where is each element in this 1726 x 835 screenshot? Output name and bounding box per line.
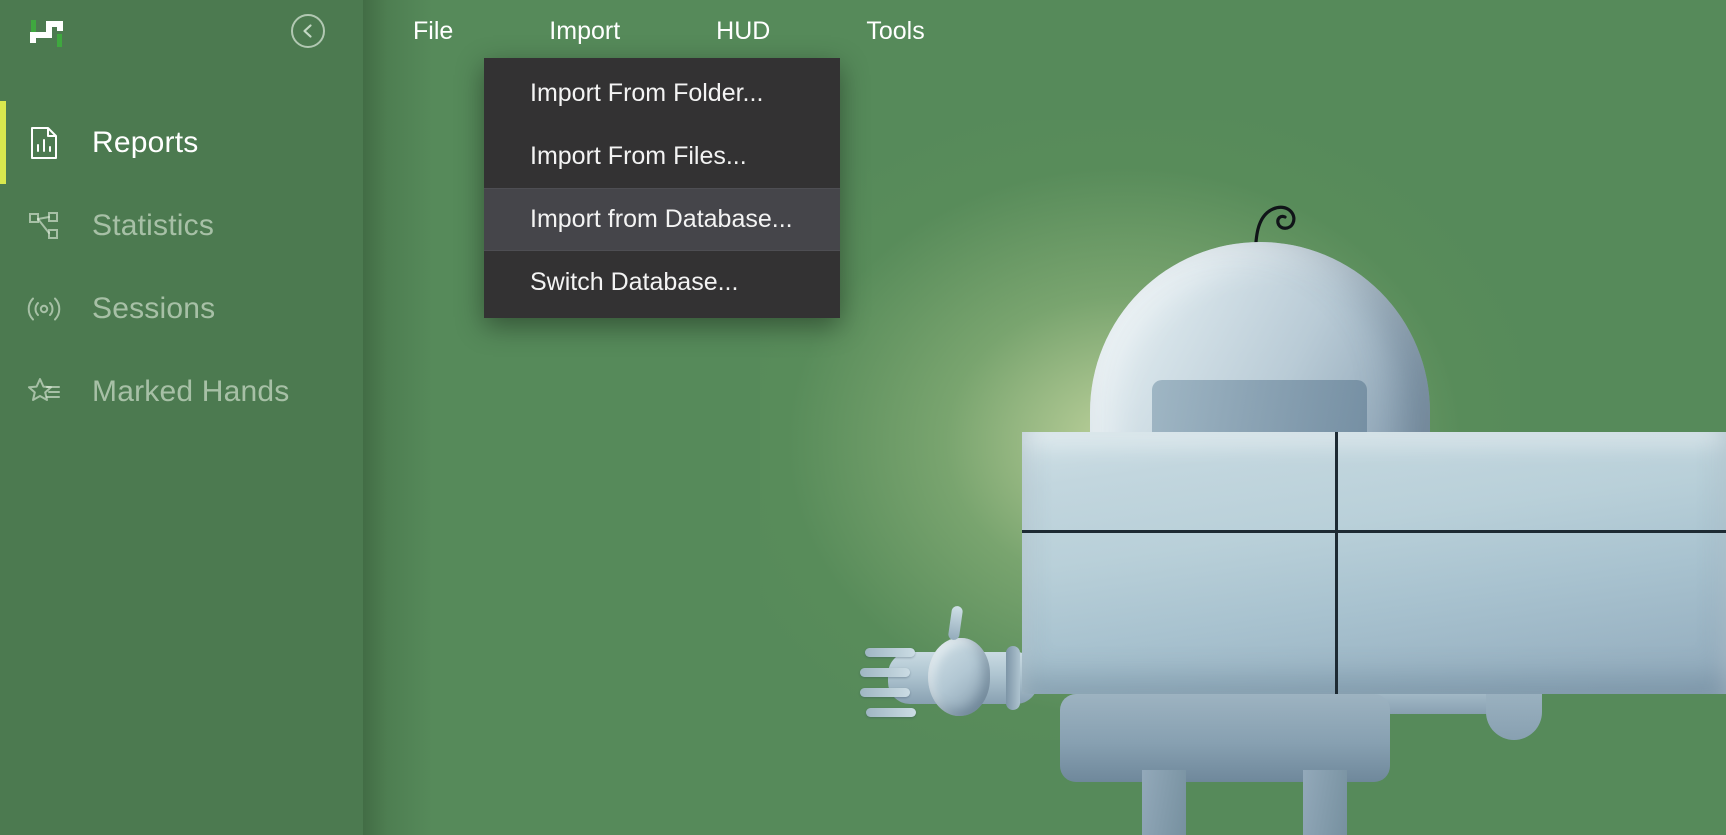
sidebar-shadow — [363, 0, 433, 835]
active-indicator-bar — [0, 101, 6, 184]
menubar-item-file[interactable]: File — [403, 11, 463, 52]
menu-item-import-from-database[interactable]: Import from Database... — [484, 188, 840, 251]
import-dropdown-menu: Import From Folder... Import From Files.… — [484, 58, 840, 318]
robot-torso-seam-vertical — [1335, 432, 1338, 694]
menubar-item-import[interactable]: Import — [539, 11, 630, 52]
robot-torso-seam-horizontal — [1022, 530, 1726, 533]
sidebar: Reports Statistics Sessions Marked Hands — [0, 0, 363, 835]
sidebar-item-reports[interactable]: Reports — [0, 101, 363, 184]
collapse-sidebar-button[interactable] — [291, 14, 325, 48]
sidebar-item-label: Reports — [92, 125, 199, 159]
app-logo-icon — [30, 20, 63, 47]
report-document-icon — [25, 124, 63, 162]
share-nodes-icon — [25, 207, 63, 245]
app-window: Reports Statistics Sessions Marked Hands… — [0, 0, 1726, 835]
robot-base — [1060, 694, 1390, 782]
menubar-item-hud[interactable]: HUD — [706, 11, 780, 52]
sidebar-item-label: Sessions — [92, 291, 216, 325]
menubar-item-tools[interactable]: Tools — [856, 11, 934, 52]
sidebar-item-sessions[interactable]: Sessions — [0, 267, 363, 350]
robot-illustration — [760, 0, 1726, 835]
robot-left-finger-3 — [860, 688, 910, 697]
robot-leg-left — [1142, 770, 1186, 835]
sidebar-item-label: Marked Hands — [92, 374, 290, 408]
sidebar-nav: Reports Statistics Sessions Marked Hands — [0, 101, 363, 433]
menu-item-import-from-files[interactable]: Import From Files... — [484, 125, 840, 188]
menu-bar: File Import HUD Tools — [363, 0, 1726, 62]
robot-left-finger-1 — [865, 648, 915, 657]
robot-left-cuff — [1006, 646, 1020, 710]
robot-left-finger-4 — [866, 708, 916, 717]
sidebar-item-label: Statistics — [92, 208, 215, 242]
star-list-icon — [25, 373, 63, 411]
menu-item-import-from-folder[interactable]: Import From Folder... — [484, 62, 840, 125]
robot-left-finger-2 — [860, 668, 910, 677]
sidebar-item-marked-hands[interactable]: Marked Hands — [0, 350, 363, 433]
chevron-left-icon — [303, 24, 312, 38]
menu-item-switch-database[interactable]: Switch Database... — [484, 251, 840, 314]
broadcast-icon — [25, 290, 63, 328]
robot-torso — [1022, 432, 1726, 694]
robot-left-hand — [928, 638, 990, 716]
robot-leg-right — [1303, 770, 1347, 835]
sidebar-item-statistics[interactable]: Statistics — [0, 184, 363, 267]
